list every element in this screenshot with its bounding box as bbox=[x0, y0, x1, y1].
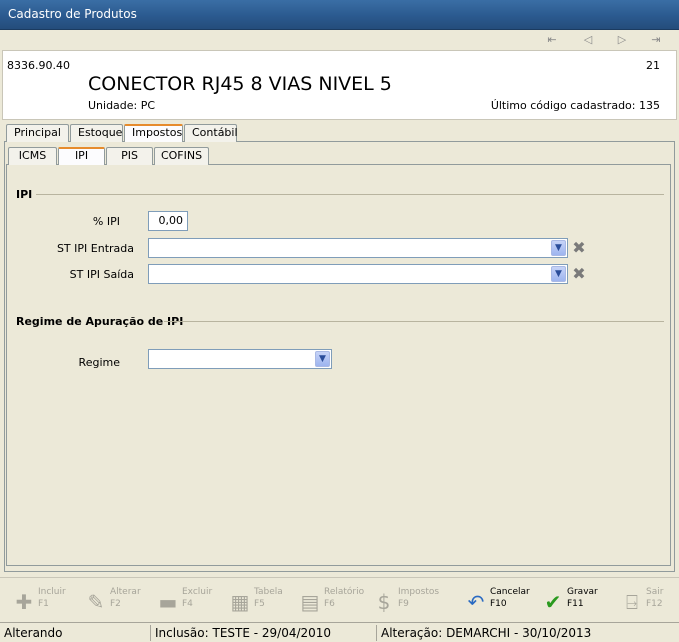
incluir-label: Incluir bbox=[38, 587, 66, 597]
regime-section-title: Regime de Apuração de IPI bbox=[16, 315, 184, 328]
window-title: Cadastro de Produtos bbox=[8, 7, 137, 21]
cancelar-button[interactable]: ↶ Cancelar F10 bbox=[464, 586, 530, 616]
minus-icon: ▬ bbox=[158, 590, 178, 614]
tab-pis[interactable]: PIS bbox=[106, 147, 153, 165]
previous-record-button[interactable]: ◁ bbox=[579, 32, 597, 48]
incluir-key: F1 bbox=[38, 599, 49, 609]
pct-ipi-label: % IPI bbox=[92, 215, 120, 228]
regime-select[interactable]: ▼ bbox=[148, 349, 332, 369]
ipi-section-title: IPI bbox=[16, 188, 33, 201]
action-toolbar: ✚ Incluir F1 ✎ Alterar F2 ▬ Excluir F4 ▦… bbox=[0, 577, 679, 621]
last-code-registered: Último código cadastrado: 135 bbox=[490, 99, 660, 112]
title-bar: Cadastro de Produtos bbox=[0, 0, 679, 30]
tabela-label: Tabela bbox=[254, 587, 283, 597]
alterar-key: F2 bbox=[110, 599, 121, 609]
tab-principal[interactable]: Principal bbox=[6, 124, 69, 142]
excluir-key: F4 bbox=[182, 599, 193, 609]
record-number: 21 bbox=[646, 59, 660, 72]
status-inclusion: Inclusão: TESTE - 29/04/2010 bbox=[155, 626, 332, 640]
product-header: 8336.90.40 21 CONECTOR RJ45 8 VIAS NIVEL… bbox=[2, 50, 677, 120]
alterar-label: Alterar bbox=[110, 587, 141, 597]
alterar-button[interactable]: ✎ Alterar F2 bbox=[84, 586, 144, 616]
st-ipi-saida-select[interactable]: ▼ bbox=[148, 264, 568, 284]
clear-st-saida-icon[interactable]: ✖ bbox=[571, 266, 587, 282]
tab-estoque[interactable]: Estoque bbox=[70, 124, 123, 142]
gravar-label: Gravar bbox=[567, 587, 598, 597]
status-alteration: Alteração: DEMARCHI - 30/10/2013 bbox=[381, 626, 592, 640]
impostos-button[interactable]: $ Impostos F9 bbox=[372, 586, 442, 616]
impostos-key: F9 bbox=[398, 599, 409, 609]
relatorio-key: F6 bbox=[324, 599, 335, 609]
st-ipi-entrada-label: ST IPI Entrada bbox=[56, 242, 134, 255]
sair-key: F12 bbox=[646, 599, 663, 609]
last-record-button[interactable]: ⇥ bbox=[647, 32, 665, 48]
product-description: CONECTOR RJ45 8 VIAS NIVEL 5 bbox=[88, 73, 392, 95]
st-ipi-saida-label: ST IPI Saída bbox=[69, 268, 134, 281]
cancelar-key: F10 bbox=[490, 599, 507, 609]
tab-cofins[interactable]: COFINS bbox=[154, 147, 209, 165]
st-ipi-entrada-select[interactable]: ▼ bbox=[148, 238, 568, 258]
relatorio-label: Relatório bbox=[324, 587, 365, 597]
tabela-key: F5 bbox=[254, 599, 265, 609]
main-tab-strip: Principal Estoque Impostos Contábil bbox=[6, 124, 238, 142]
sair-button[interactable]: ⍈ Sair F12 bbox=[620, 586, 676, 616]
next-record-button[interactable]: ▷ bbox=[613, 32, 631, 48]
gravar-button[interactable]: ✔ Gravar F11 bbox=[541, 586, 601, 616]
record-navigation: ⇤ ◁ ▷ ⇥ bbox=[0, 30, 679, 50]
gravar-key: F11 bbox=[567, 599, 584, 609]
excluir-label: Excluir bbox=[182, 587, 213, 597]
status-mode: Alterando bbox=[4, 626, 63, 640]
pct-ipi-input[interactable]: 0,00 bbox=[148, 211, 188, 231]
chevron-down-icon[interactable]: ▼ bbox=[551, 240, 566, 256]
status-separator bbox=[150, 625, 151, 641]
product-unit: Unidade: PC bbox=[88, 99, 156, 112]
status-separator bbox=[376, 625, 377, 641]
incluir-button[interactable]: ✚ Incluir F1 bbox=[12, 586, 72, 616]
regime-section-divider bbox=[164, 321, 664, 322]
clear-st-entrada-icon[interactable]: ✖ bbox=[571, 240, 587, 256]
pencil-icon: ✎ bbox=[87, 590, 105, 614]
relatorio-button[interactable]: ▤ Relatório F6 bbox=[298, 586, 365, 616]
sair-label: Sair bbox=[646, 587, 664, 597]
tab-icms[interactable]: ICMS bbox=[8, 147, 57, 165]
exit-door-icon: ⍈ bbox=[626, 590, 638, 614]
undo-icon: ↶ bbox=[467, 590, 485, 614]
ncm-code: 8336.90.40 bbox=[7, 59, 70, 72]
money-bag-icon: $ bbox=[377, 590, 391, 614]
plus-icon: ✚ bbox=[15, 590, 33, 614]
tabela-button[interactable]: ▦ Tabela F5 bbox=[228, 586, 288, 616]
tab-impostos[interactable]: Impostos bbox=[124, 124, 183, 142]
table-icon: ▦ bbox=[230, 590, 250, 614]
ipi-section-divider bbox=[36, 194, 664, 195]
status-bar: Alterando Inclusão: TESTE - 29/04/2010 A… bbox=[0, 622, 679, 642]
first-record-button[interactable]: ⇤ bbox=[543, 32, 561, 48]
regime-label: Regime bbox=[78, 356, 120, 369]
excluir-button[interactable]: ▬ Excluir F4 bbox=[156, 586, 216, 616]
impostos-label: Impostos bbox=[398, 587, 440, 597]
checkmark-icon: ✔ bbox=[544, 590, 562, 614]
tax-tab-strip: ICMS IPI PIS COFINS bbox=[8, 147, 210, 165]
chevron-down-icon[interactable]: ▼ bbox=[315, 351, 330, 367]
tab-ipi[interactable]: IPI bbox=[58, 147, 105, 165]
cancelar-label: Cancelar bbox=[490, 587, 530, 597]
report-icon: ▤ bbox=[300, 590, 320, 614]
chevron-down-icon[interactable]: ▼ bbox=[551, 266, 566, 282]
tab-contabil[interactable]: Contábil bbox=[184, 124, 238, 142]
